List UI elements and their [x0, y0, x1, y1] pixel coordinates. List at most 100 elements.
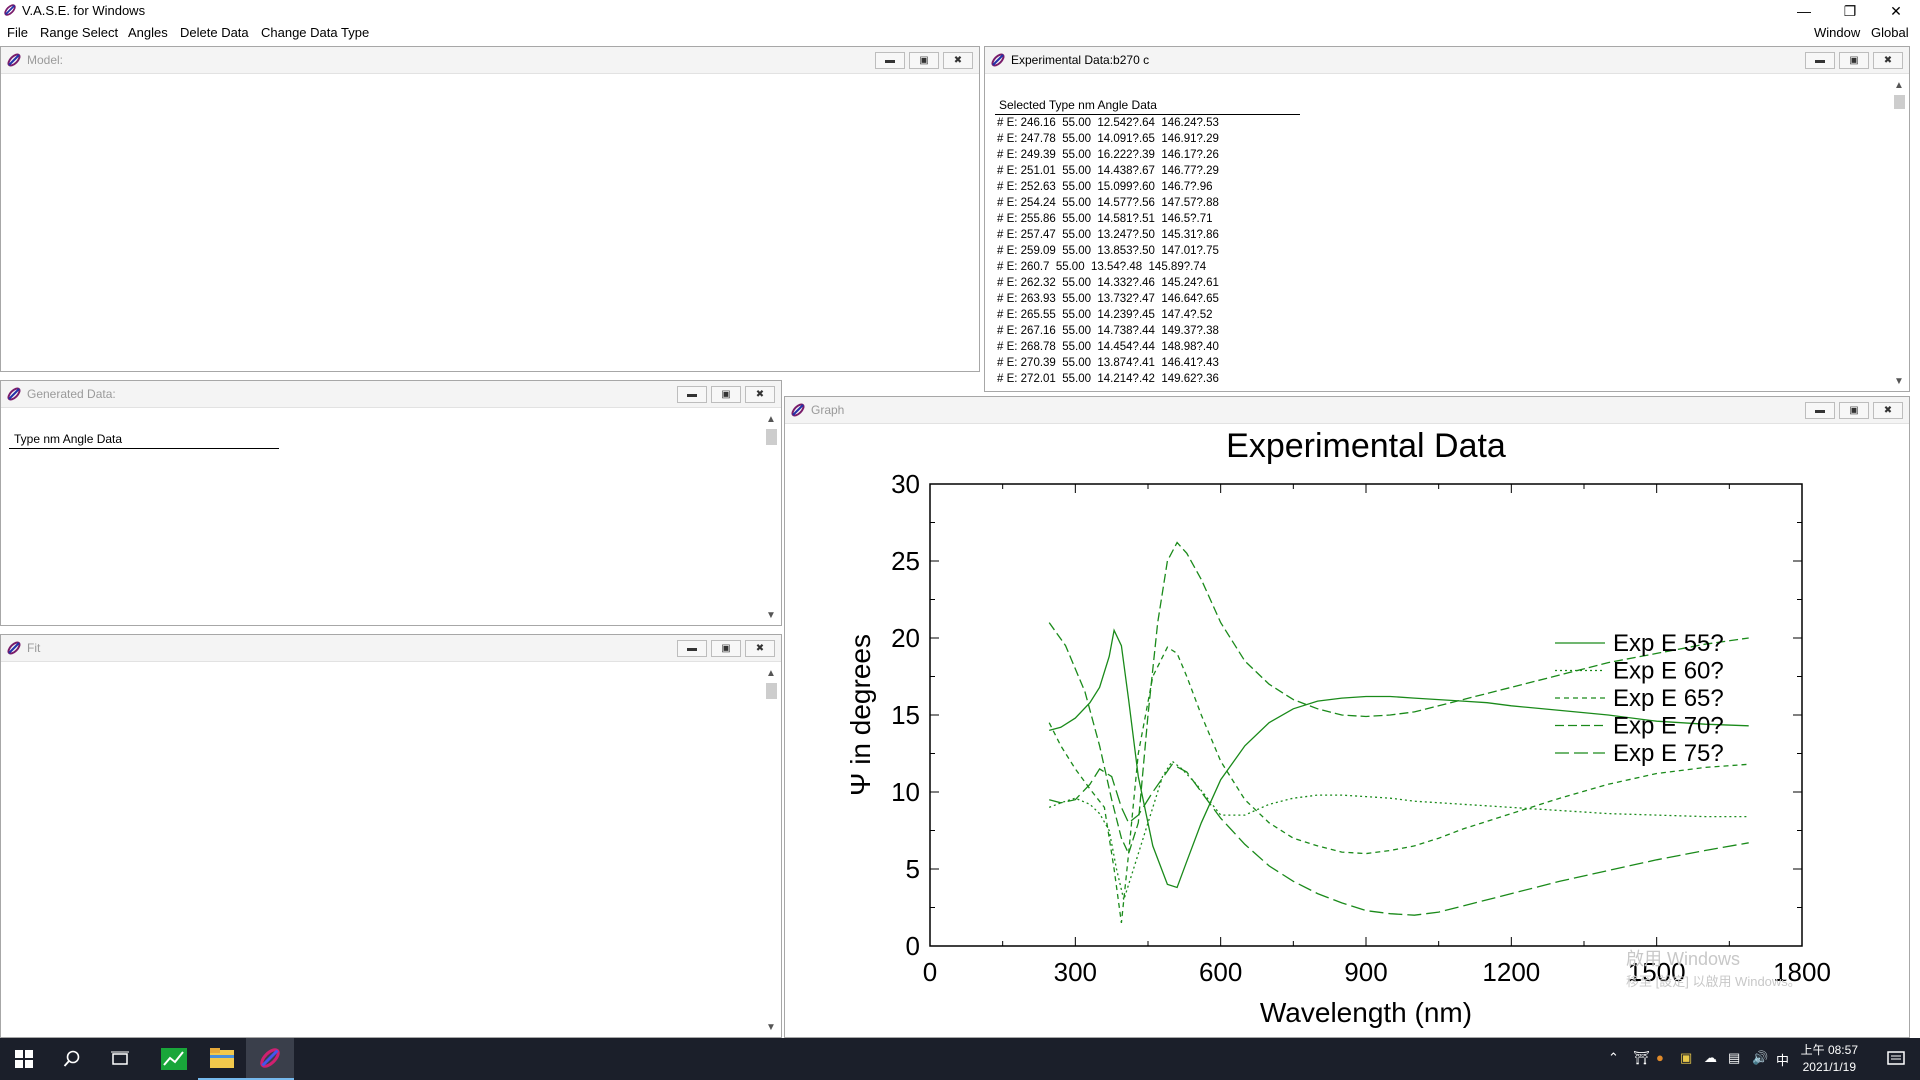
model-window[interactable]: Model: ▬ ▣ ✖ [0, 46, 980, 372]
experimental-data-row[interactable]: # E: 259.09 55.00 13.853?.50 147.01?.75 [997, 245, 1219, 257]
menu-global[interactable]: Global [1871, 25, 1909, 40]
experimental-scrollbar[interactable]: ▲ ▼ [1891, 77, 1907, 389]
scroll-thumb[interactable] [766, 683, 777, 699]
generated-table-header: Type nm Angle Data [14, 432, 123, 446]
experimental-table-header: Selected Type nm Angle Data [999, 98, 1157, 112]
app-tray-icon[interactable]: ● [1656, 1050, 1664, 1065]
model-window-titlebar[interactable]: Model: ▬ ▣ ✖ [1, 47, 979, 74]
scroll-down-icon[interactable]: ▼ [763, 1019, 779, 1035]
vase-taskbar-icon[interactable] [246, 1038, 294, 1080]
windows-start-icon[interactable] [0, 1038, 48, 1080]
menu-angles[interactable]: Angles [128, 25, 168, 40]
menu-bar: File Range Select Angles Delete Data Cha… [0, 22, 1920, 42]
file-explorer-icon[interactable] [198, 1038, 246, 1080]
experimental-data-row[interactable]: # E: 252.63 55.00 15.099?.60 146.7?.96 [997, 181, 1213, 193]
menu-delete-data[interactable]: Delete Data [180, 25, 249, 40]
experimental-window-titlebar[interactable]: Experimental Data:b270 c ▬ ▣ ✖ [985, 47, 1909, 74]
maximize-icon[interactable]: ▣ [1839, 52, 1869, 69]
scroll-up-icon[interactable]: ▲ [763, 665, 779, 681]
window-app-icon [7, 641, 21, 655]
security-icon[interactable]: ⛩ [1633, 1050, 1650, 1066]
y-tick-label: 0 [906, 931, 920, 961]
menu-window[interactable]: Window [1814, 25, 1860, 40]
generated-window-titlebar[interactable]: Generated Data: ▬ ▣ ✖ [1, 381, 781, 408]
y-tick-label: 15 [891, 700, 920, 730]
restore-app-icon[interactable]: ❐ [1827, 0, 1873, 22]
scroll-up-icon[interactable]: ▲ [763, 411, 779, 427]
experimental-data-row[interactable]: # E: 262.32 55.00 14.332?.46 145.24?.61 [997, 277, 1219, 289]
close-icon[interactable]: ✖ [745, 386, 775, 403]
x-axis-label: Wavelength (nm) [1260, 997, 1472, 1028]
notification-icon[interactable] [1872, 1038, 1920, 1080]
legend-label-4: Exp E 75? [1613, 740, 1724, 767]
minimize-icon[interactable]: ▬ [1805, 52, 1835, 69]
experimental-data-row[interactable]: # E: 254.24 55.00 14.577?.56 147.57?.88 [997, 197, 1219, 209]
scroll-up-icon[interactable]: ▲ [1891, 77, 1907, 93]
vase-app-icon [4, 4, 16, 16]
tray-folder-icon[interactable]: ▣ [1680, 1050, 1692, 1066]
scroll-down-icon[interactable]: ▼ [1891, 373, 1907, 389]
maximize-icon[interactable]: ▣ [1839, 402, 1869, 419]
generated-data-window[interactable]: Generated Data: ▬ ▣ ✖ Type nm Angle Data… [0, 380, 782, 626]
scroll-thumb[interactable] [766, 429, 777, 445]
graph-window[interactable]: Graph ▬ ▣ ✖ Experimental Data 0 300 600 900 1… [784, 396, 1910, 1038]
task-view-icon[interactable] [96, 1038, 144, 1080]
maximize-icon[interactable]: ▣ [711, 386, 741, 403]
experimental-data-row[interactable]: # E: 272.01 55.00 14.214?.42 149.62?.36 [997, 373, 1219, 385]
maximize-icon[interactable]: ▣ [711, 640, 741, 657]
legend-label-0: Exp E 55? [1613, 630, 1724, 657]
experimental-data-window[interactable]: Experimental Data:b270 c ▬ ▣ ✖ Selected … [984, 46, 1910, 392]
y-tick-label: 25 [891, 546, 920, 576]
experimental-data-row[interactable]: # E: 267.16 55.00 14.738?.44 149.37?.38 [997, 325, 1219, 337]
close-icon[interactable]: ✖ [745, 640, 775, 657]
experimental-data-row[interactable]: # E: 270.39 55.00 13.874?.41 146.41?.43 [997, 357, 1219, 369]
close-icon[interactable]: ✖ [943, 52, 973, 69]
window-app-icon [7, 387, 21, 401]
minimize-app-icon[interactable]: — [1781, 0, 1827, 22]
experimental-data-row[interactable]: # E: 257.47 55.00 13.247?.50 145.31?.86 [997, 229, 1219, 241]
menu-range-select[interactable]: Range Select [40, 25, 118, 40]
experimental-data-row[interactable]: # E: 268.78 55.00 14.454?.44 148.98?.40 [997, 341, 1219, 353]
fit-window-titlebar[interactable]: Fit ▬ ▣ ✖ [1, 635, 781, 662]
experimental-data-row[interactable]: # E: 246.16 55.00 12.542?.64 146.24?.53 [997, 117, 1219, 129]
model-window-title: Model: [27, 53, 64, 67]
maximize-icon[interactable]: ▣ [909, 52, 939, 69]
menu-change-data-type[interactable]: Change Data Type [261, 25, 369, 40]
experimental-data-row[interactable]: # E: 249.39 55.00 16.222?.39 146.17?.26 [997, 149, 1219, 161]
experimental-data-chart: Experimental Data0 300 600 900 1200 1500 18000… [845, 427, 1831, 1028]
close-app-icon[interactable]: ✕ [1873, 0, 1919, 22]
legend-label-3: Exp E 70? [1613, 713, 1724, 740]
menu-file[interactable]: File [7, 25, 28, 40]
tray-chevron-icon[interactable]: ⌃ [1608, 1050, 1619, 1066]
legend-label-1: Exp E 60? [1613, 658, 1724, 685]
experimental-data-row[interactable]: # E: 251.01 55.00 14.438?.67 146.77?.29 [997, 165, 1219, 177]
scroll-thumb[interactable] [1894, 95, 1905, 109]
minimize-icon[interactable]: ▬ [677, 386, 707, 403]
search-icon[interactable] [48, 1038, 96, 1080]
experimental-data-row[interactable]: # E: 263.93 55.00 13.732?.47 146.64?.65 [997, 293, 1219, 305]
clock[interactable]: 上午 08:57 2021/1/19 [1801, 1042, 1858, 1076]
scroll-down-icon[interactable]: ▼ [763, 607, 779, 623]
volume-icon[interactable]: 🔊 [1752, 1050, 1768, 1066]
x-tick-label: 300 [1054, 957, 1097, 987]
experimental-data-row[interactable]: # E: 260.7 55.00 13.54?.48 145.89?.74 [997, 261, 1206, 273]
experimental-data-row[interactable]: # E: 255.86 55.00 14.581?.51 146.5?.71 [997, 213, 1213, 225]
network-disconnected-icon[interactable]: ▤ [1728, 1050, 1740, 1066]
chart-app-icon[interactable] [150, 1038, 198, 1080]
fit-window[interactable]: Fit ▬ ▣ ✖ ▲ ▼ [0, 634, 782, 1038]
generated-scrollbar[interactable]: ▲ ▼ [763, 411, 779, 623]
experimental-data-row[interactable]: # E: 247.78 55.00 14.091?.65 146.91?.29 [997, 133, 1219, 145]
graph-window-titlebar[interactable]: Graph ▬ ▣ ✖ [785, 397, 1909, 424]
minimize-icon[interactable]: ▬ [875, 52, 905, 69]
ime-indicator[interactable]: 中 [1776, 1050, 1789, 1069]
close-icon[interactable]: ✖ [1873, 52, 1903, 69]
experimental-data-row[interactable]: # E: 265.55 55.00 14.239?.45 147.4?.52 [997, 309, 1213, 321]
clock-date: 2021/1/19 [1802, 1060, 1856, 1074]
y-axis-label: Ψ in degrees [845, 634, 876, 796]
close-icon[interactable]: ✖ [1873, 402, 1903, 419]
minimize-icon[interactable]: ▬ [1805, 402, 1835, 419]
network-icon[interactable]: ☁ [1704, 1050, 1717, 1066]
fit-scrollbar[interactable]: ▲ ▼ [763, 665, 779, 1035]
window-app-icon [791, 403, 805, 417]
minimize-icon[interactable]: ▬ [677, 640, 707, 657]
